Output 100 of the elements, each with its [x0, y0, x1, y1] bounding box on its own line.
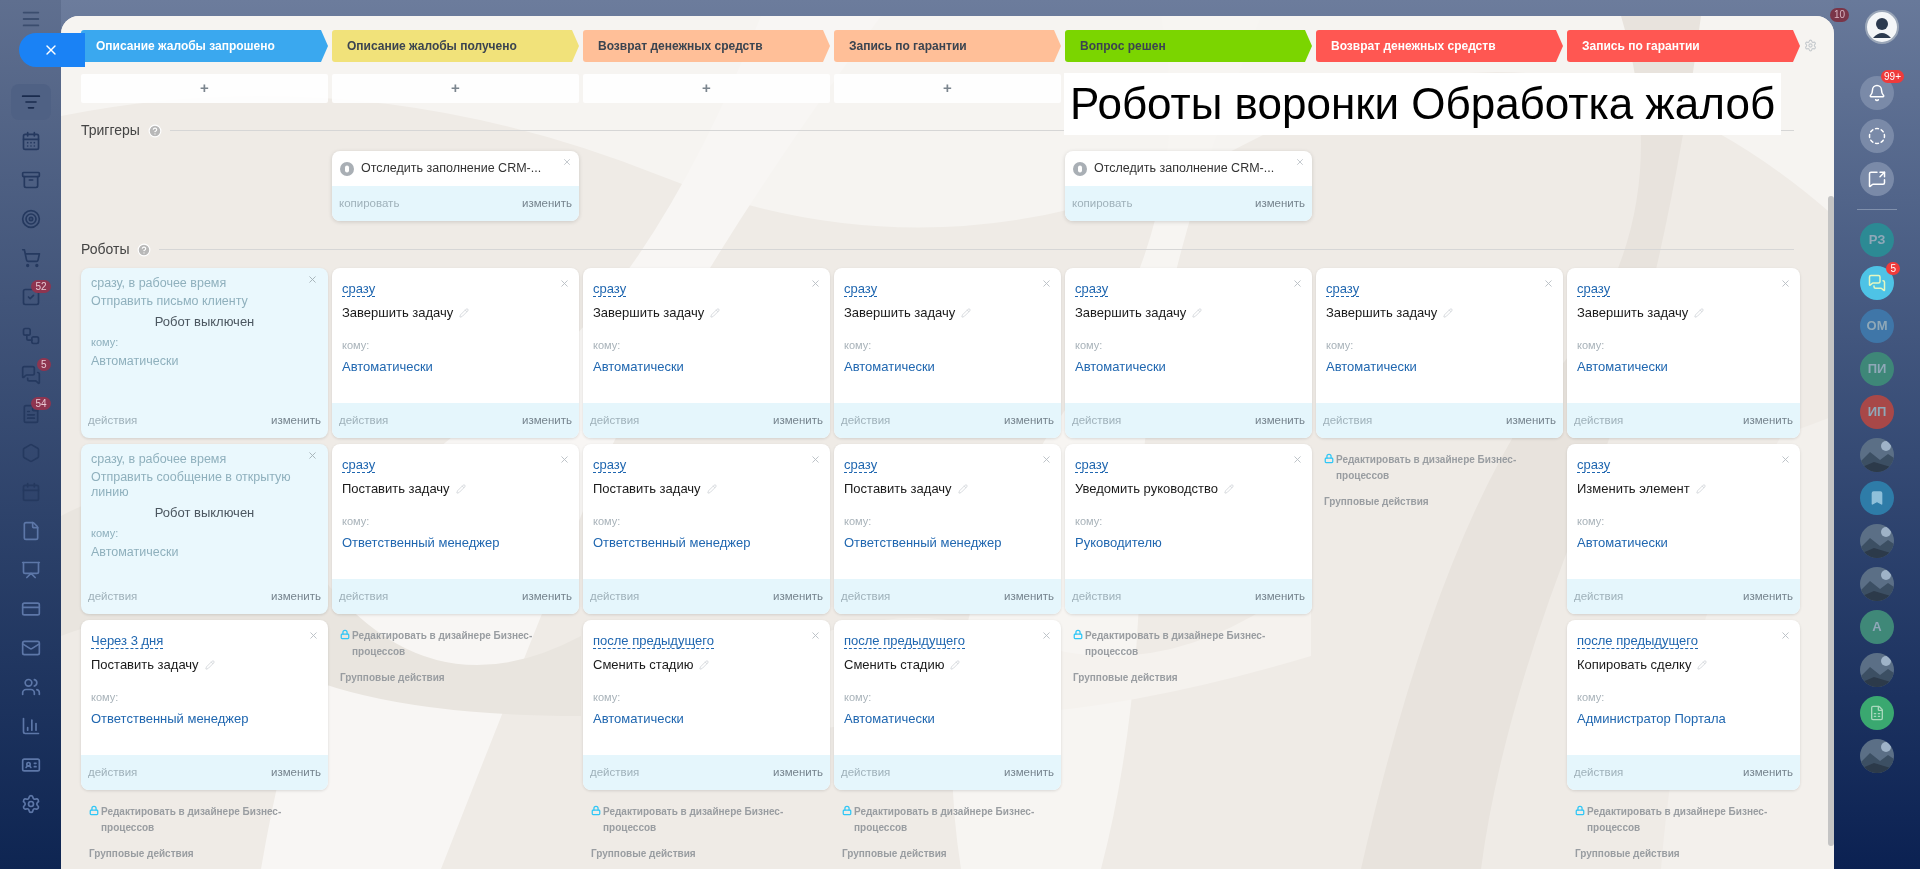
actions-link[interactable]: действия [1574, 587, 1624, 606]
close-icon[interactable] [562, 157, 572, 167]
edit-link[interactable]: изменить [270, 587, 321, 606]
edit-link[interactable]: изменить [270, 763, 321, 782]
actions-link[interactable]: действия [590, 411, 640, 430]
recipient-link[interactable]: Автоматически [1577, 357, 1790, 377]
actions-link[interactable]: действия [88, 411, 138, 430]
recipient-link[interactable]: Ответственный менеджер [844, 533, 1051, 553]
actions-link[interactable]: действия [590, 763, 640, 782]
pencil-icon[interactable] [1695, 483, 1706, 494]
close-icon[interactable] [307, 450, 318, 461]
robot-card[interactable]: сразу Изменить элемент кому: Автоматически действия изменить [1567, 444, 1800, 614]
stage-tab[interactable]: Возврат денежных средств [583, 30, 830, 62]
sidebar-item[interactable]: 54 [10, 395, 51, 432]
recipient-link[interactable]: Автоматически [844, 357, 1051, 377]
bookmark-button[interactable] [1860, 481, 1894, 515]
close-icon[interactable] [559, 278, 570, 289]
actions-link[interactable]: действия [1072, 587, 1122, 606]
trigger-card[interactable]: Отследить заполнение CRM-... копировать изменить [1065, 151, 1312, 221]
delay-link[interactable]: сразу [1075, 281, 1109, 297]
pencil-icon[interactable] [961, 307, 972, 318]
robot-card[interactable]: сразу Завершить задачу кому: Автоматически действия изменить [1316, 268, 1563, 438]
recipient-link[interactable]: Автоматически [342, 357, 569, 377]
stage-tab[interactable]: Описание жалобы получено [332, 30, 579, 62]
robot-card[interactable]: сразу Завершить задачу кому: Автоматически действия изменить [1567, 268, 1800, 438]
designer-link[interactable]: Редактировать в дизайнере Бизнес-процессов [101, 804, 304, 836]
recipient-link[interactable]: Автоматически [593, 357, 820, 377]
delay-link[interactable]: сразу, в рабочее время [91, 450, 227, 469]
close-icon[interactable] [1295, 157, 1305, 167]
close-icon[interactable] [1041, 454, 1052, 465]
actions-link[interactable]: действия [339, 411, 389, 430]
recipient-link[interactable]: Автоматически [1326, 357, 1553, 377]
group-actions-link[interactable]: Групповые действия [340, 670, 571, 685]
close-icon[interactable] [810, 454, 821, 465]
close-icon[interactable] [1292, 278, 1303, 289]
edit-link[interactable]: изменить [1003, 763, 1054, 782]
help-icon[interactable] [137, 242, 152, 257]
stage-tab[interactable]: Описание жалобы запрошено [81, 30, 328, 62]
actions-link[interactable]: действия [841, 763, 891, 782]
edit-link[interactable]: изменить [1254, 411, 1305, 430]
delay-link[interactable]: после предыдущего [844, 633, 965, 649]
group-actions-link[interactable]: Групповые действия [1324, 494, 1555, 509]
pencil-icon[interactable] [1192, 307, 1203, 318]
edit-link[interactable]: изменить [521, 587, 572, 606]
robot-card[interactable]: после предыдущего Сменить стадию кому: Автоматически действия изменить [834, 620, 1061, 790]
close-icon[interactable] [307, 274, 318, 285]
stage-tab[interactable]: Запись по гарантии [834, 30, 1061, 62]
add-stage-button[interactable]: + [834, 74, 1061, 103]
delay-link[interactable]: сразу [593, 281, 627, 297]
help-icon[interactable] [147, 123, 162, 138]
recipient-link[interactable]: Ответственный менеджер [342, 533, 569, 553]
edit-link[interactable]: изменить [521, 194, 572, 213]
edit-link[interactable]: изменить [1742, 587, 1793, 606]
actions-link[interactable]: действия [339, 587, 389, 606]
delay-link[interactable]: после предыдущего [1577, 633, 1698, 649]
robot-card[interactable]: сразу Уведомить руководство кому: Руководителю действия изменить [1065, 444, 1312, 614]
actions-link[interactable]: действия [88, 763, 138, 782]
delay-link[interactable]: сразу [342, 281, 376, 297]
edit-link[interactable]: изменить [1505, 411, 1556, 430]
recipient-link[interactable]: Автоматически [844, 709, 1051, 729]
designer-link[interactable]: Редактировать в дизайнере Бизнес-процессов [603, 804, 806, 836]
actions-link[interactable]: действия [841, 411, 891, 430]
robot-card[interactable]: сразу, в рабочее время Отправить сообщение в открытую линию Робот выключен кому: Автоматически действия изменить [81, 444, 328, 614]
delay-link[interactable]: сразу [593, 457, 627, 473]
delay-link[interactable]: Через 3 дня [91, 633, 164, 649]
pencil-icon[interactable] [455, 483, 466, 494]
close-icon[interactable] [1780, 454, 1791, 465]
pencil-icon[interactable] [1223, 483, 1234, 494]
sidebar-item[interactable] [10, 83, 51, 120]
robot-card[interactable]: сразу Поставить задачу кому: Ответственный менеджер действия изменить [834, 444, 1061, 614]
delay-link[interactable]: сразу [1577, 281, 1611, 297]
edit-link[interactable]: изменить [521, 411, 572, 430]
edit-link[interactable]: изменить [772, 763, 823, 782]
actions-link[interactable]: копировать [339, 194, 400, 213]
add-stage-button[interactable]: + [332, 74, 579, 103]
sidebar-item[interactable]: 52 [10, 278, 51, 315]
designer-link[interactable]: Редактировать в дизайнере Бизнес-процессов [854, 804, 1057, 836]
trigger-card[interactable]: Отследить заполнение CRM-... копировать изменить [332, 151, 579, 221]
delay-link[interactable]: сразу [1075, 457, 1109, 473]
edit-link[interactable]: изменить [1003, 411, 1054, 430]
delay-link[interactable]: сразу [342, 457, 376, 473]
pencil-icon[interactable] [1443, 307, 1454, 318]
edit-link[interactable]: изменить [1254, 587, 1305, 606]
designer-link[interactable]: Редактировать в дизайнере Бизнес-процессов [1587, 804, 1790, 836]
edit-link[interactable]: изменить [270, 411, 321, 430]
delay-link[interactable]: сразу [844, 457, 878, 473]
stage-tab[interactable]: Вопрос решен [1065, 30, 1312, 62]
edit-link[interactable]: изменить [1254, 194, 1305, 213]
recipient-link[interactable]: Ответственный менеджер [91, 709, 318, 729]
group-actions-link[interactable]: Групповые действия [1073, 670, 1304, 685]
robot-card[interactable]: сразу Поставить задачу кому: Ответственный менеджер действия изменить [332, 444, 579, 614]
stage-tab[interactable]: Запись по гарантии [1567, 30, 1800, 62]
recipient-link[interactable]: Автоматически [1075, 357, 1302, 377]
delay-link[interactable]: сразу [1577, 457, 1611, 473]
close-icon[interactable] [1041, 630, 1052, 641]
stage-tab[interactable]: Возврат денежных средств [1316, 30, 1563, 62]
add-stage-button[interactable]: + [583, 74, 830, 103]
document-button[interactable] [1860, 696, 1894, 730]
robot-card[interactable]: сразу Завершить задачу кому: Автоматически действия изменить [834, 268, 1061, 438]
close-icon[interactable] [559, 454, 570, 465]
